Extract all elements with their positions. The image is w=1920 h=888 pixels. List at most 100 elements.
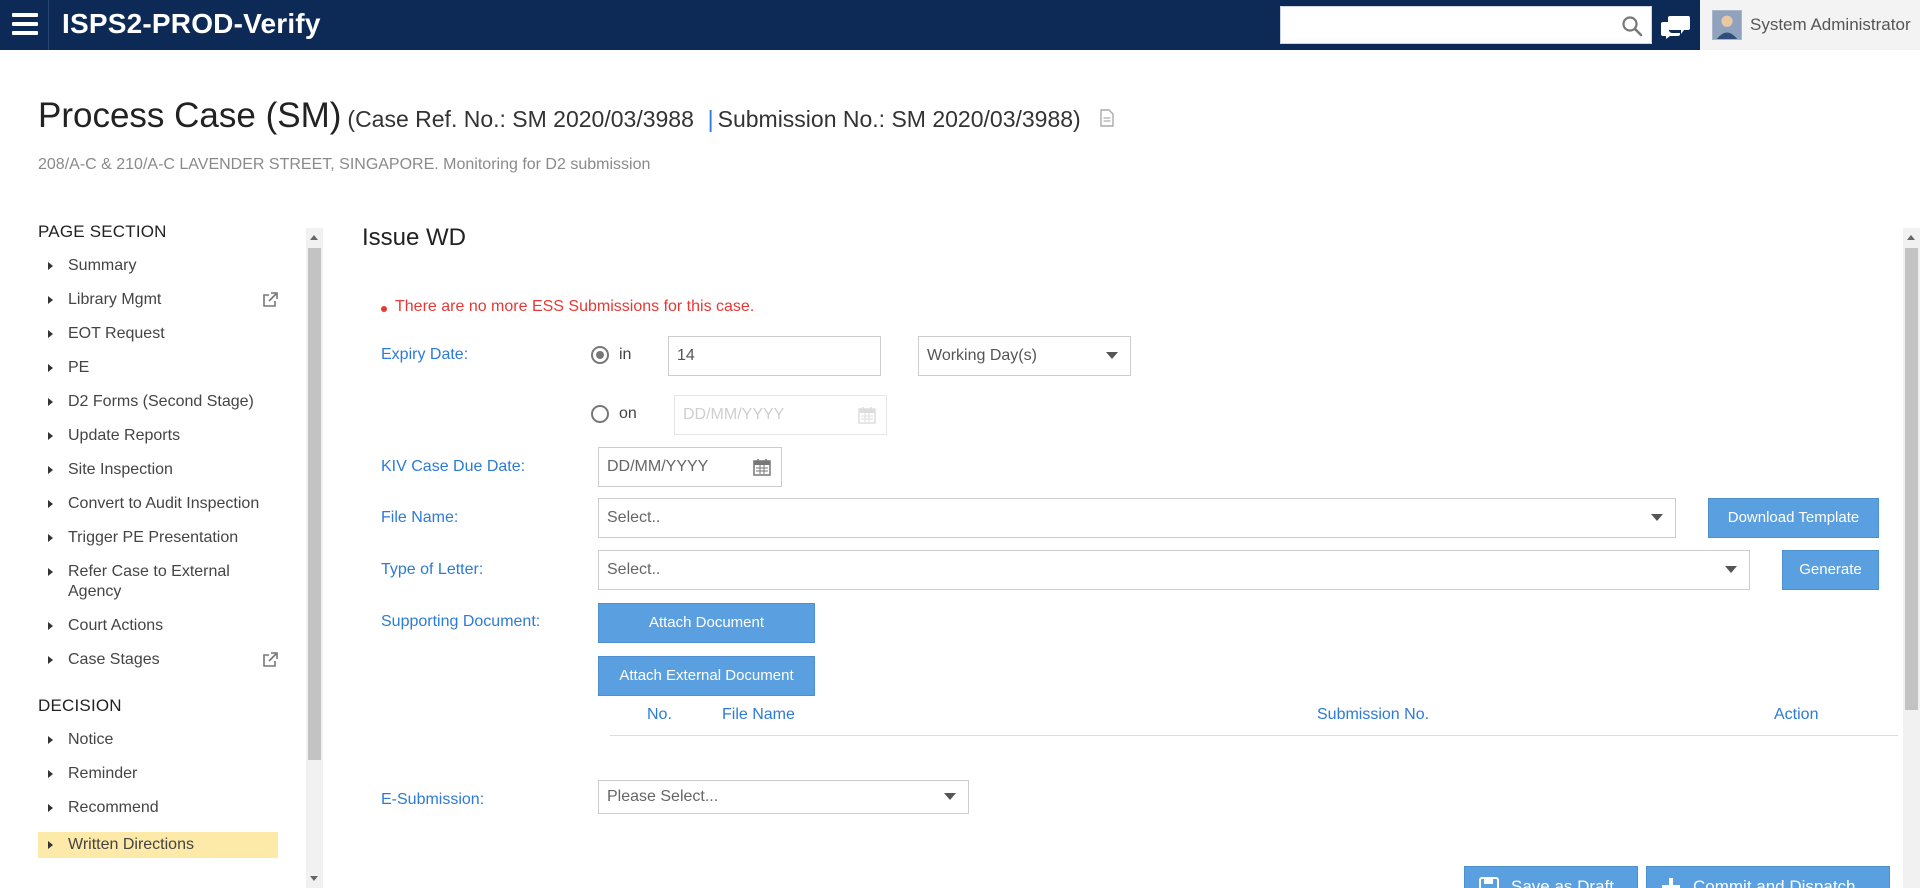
page-section-list: Summary Library Mgmt EOT Request PE D2 Forms… — [38, 256, 308, 670]
sidebar-item-label: Case Stages — [68, 651, 160, 668]
radio-in-label: in — [619, 346, 632, 363]
save-as-draft-label: Save as Draft — [1511, 877, 1614, 888]
column-file-name: File Name — [722, 706, 795, 723]
sidebar-item-label: Convert to Audit Inspection — [68, 495, 260, 512]
document-icon[interactable] — [1100, 109, 1115, 127]
sidebar-item-notice[interactable]: Notice — [38, 730, 278, 750]
attach-external-document-button[interactable]: Attach External Document — [598, 656, 815, 696]
external-link-icon[interactable] — [262, 292, 278, 308]
caret-right-icon — [48, 534, 53, 542]
sidebar-item-label: Update Reports — [68, 427, 181, 444]
documents-table-header: No. File Name Submission No. Action — [610, 700, 1898, 736]
e-submission-placeholder: Please Select... — [607, 788, 719, 805]
expiry-unit-select[interactable]: Working Day(s) — [918, 336, 1131, 376]
scroll-down-arrow[interactable] — [310, 876, 318, 881]
chevron-down-icon — [1106, 352, 1118, 359]
type-of-letter-select[interactable]: Select.. — [598, 550, 1750, 590]
sidebar-item-trigger-pe-presentation[interactable]: Trigger PE Presentation — [38, 528, 278, 548]
sidebar-item-court-actions[interactable]: Court Actions — [38, 616, 278, 636]
app-title: ISPS2-PROD-Verify — [62, 8, 321, 39]
chat-icon[interactable] — [1660, 12, 1692, 40]
sidebar-item-label: PE — [68, 359, 90, 376]
expiry-date-label: Expiry Date: — [381, 346, 469, 363]
title-separator: | — [707, 106, 714, 132]
expiry-days-value: 14 — [677, 347, 695, 364]
generate-button[interactable]: Generate — [1782, 550, 1879, 590]
calendar-icon[interactable] — [753, 458, 771, 476]
kiv-placeholder: DD/MM/YYYY — [607, 458, 709, 475]
sidebar-item-recommend[interactable]: Recommend — [38, 798, 278, 818]
page-title: Process Case (SM) (Case Ref. No.: SM 2020… — [38, 96, 1115, 136]
external-link-icon[interactable] — [262, 652, 278, 668]
caret-right-icon — [48, 770, 53, 778]
sidebar-item-summary[interactable]: Summary — [38, 256, 278, 276]
type-letter-placeholder: Select.. — [607, 561, 661, 578]
caret-right-icon — [48, 262, 53, 270]
e-submission-select[interactable]: Please Select... — [598, 780, 969, 814]
kiv-due-date-label: KIV Case Due Date: — [381, 458, 526, 475]
expiry-unit-value: Working Day(s) — [927, 347, 1037, 364]
search-input[interactable] — [1281, 7, 1601, 43]
column-submission-no: Submission No. — [1317, 706, 1430, 723]
caret-right-icon — [48, 296, 53, 304]
chevron-down-icon — [1725, 566, 1737, 573]
sidebar-item-update-reports[interactable]: Update Reports — [38, 426, 278, 446]
decision-list: Notice Reminder Recommend Written Direction… — [38, 730, 308, 858]
sidebar-item-case-stages[interactable]: Case Stages — [38, 650, 278, 670]
caret-right-icon — [48, 736, 53, 744]
radio-on-label: on — [619, 405, 637, 422]
sidebar-item-reminder[interactable]: Reminder — [38, 764, 278, 784]
scroll-up-arrow[interactable] — [1907, 235, 1915, 240]
main-scrollbar[interactable] — [1903, 228, 1920, 888]
commit-and-dispatch-button[interactable]: Commit and Dispatch — [1646, 866, 1890, 888]
save-as-draft-button[interactable]: Save as Draft — [1464, 866, 1638, 888]
attach-document-button[interactable]: Attach Document — [598, 603, 815, 643]
radio-on[interactable] — [591, 405, 609, 423]
sidebar-item-label: Trigger PE Presentation — [68, 529, 239, 546]
sidebar-item-label: Library Mgmt — [68, 291, 162, 308]
caret-right-icon — [48, 841, 53, 849]
sidebar-item-eot-request[interactable]: EOT Request — [38, 324, 278, 344]
sidebar-item-site-inspection[interactable]: Site Inspection — [38, 460, 278, 480]
plus-icon — [1662, 878, 1680, 888]
supporting-document-label: Supporting Document: — [381, 613, 541, 630]
kiv-due-date-input[interactable]: DD/MM/YYYY — [598, 447, 782, 487]
caret-right-icon — [48, 622, 53, 630]
page-subtitle: 208/A-C & 210/A-C LAVENDER STREET, SINGA… — [38, 156, 651, 173]
top-bar: ISPS2-PROD-Verify System Administrator — [0, 0, 1920, 50]
decision-heading: DECISION — [38, 696, 122, 715]
page-section-heading: PAGE SECTION — [38, 222, 167, 241]
scrollbar-thumb[interactable] — [308, 248, 321, 760]
sidebar-item-label: D2 Forms (Second Stage) — [68, 393, 254, 410]
sidebar-item-written-directions[interactable]: Written Directions — [38, 832, 278, 858]
scrollbar-thumb[interactable] — [1905, 248, 1918, 710]
sidebar-item-pe[interactable]: PE — [38, 358, 278, 378]
download-template-button[interactable]: Download Template — [1708, 498, 1879, 538]
sidebar-item-convert-to-audit-inspection[interactable]: Convert to Audit Inspection — [38, 494, 278, 514]
sidebar-item-d2-forms-second-stage[interactable]: D2 Forms (Second Stage) — [38, 392, 278, 412]
file-name-label: File Name: — [381, 509, 459, 526]
sidebar-item-library-mgmt[interactable]: Library Mgmt — [38, 290, 278, 310]
caret-right-icon — [48, 466, 53, 474]
avatar — [1712, 10, 1742, 40]
radio-in[interactable] — [591, 346, 609, 364]
user-menu[interactable]: System Administrator — [1700, 0, 1920, 50]
menu-icon[interactable] — [0, 0, 49, 50]
sidebar-item-label: EOT Request — [68, 325, 165, 342]
sidebar-scrollbar[interactable] — [306, 228, 323, 888]
sidebar-item-label: Notice — [68, 731, 114, 748]
case-ref: (Case Ref. No.: SM 2020/03/3988 — [347, 106, 694, 132]
sidebar-item-refer-case-to-external-agency[interactable]: Refer Case to External Agency — [38, 562, 278, 602]
expiry-days-input[interactable]: 14 — [668, 336, 881, 376]
file-name-select[interactable]: Select.. — [598, 498, 1676, 538]
sidebar-item-label: Court Actions — [68, 617, 164, 634]
calendar-icon[interactable] — [858, 406, 876, 424]
scroll-up-arrow[interactable] — [310, 235, 318, 240]
chevron-down-icon — [1651, 514, 1663, 521]
caret-right-icon — [48, 364, 53, 372]
sidebar-item-label: Site Inspection — [68, 461, 173, 478]
search-icon[interactable] — [1621, 15, 1643, 37]
search-box[interactable] — [1280, 6, 1652, 44]
expiry-date-input[interactable]: DD/MM/YYYY — [674, 395, 887, 435]
caret-right-icon — [48, 804, 53, 812]
